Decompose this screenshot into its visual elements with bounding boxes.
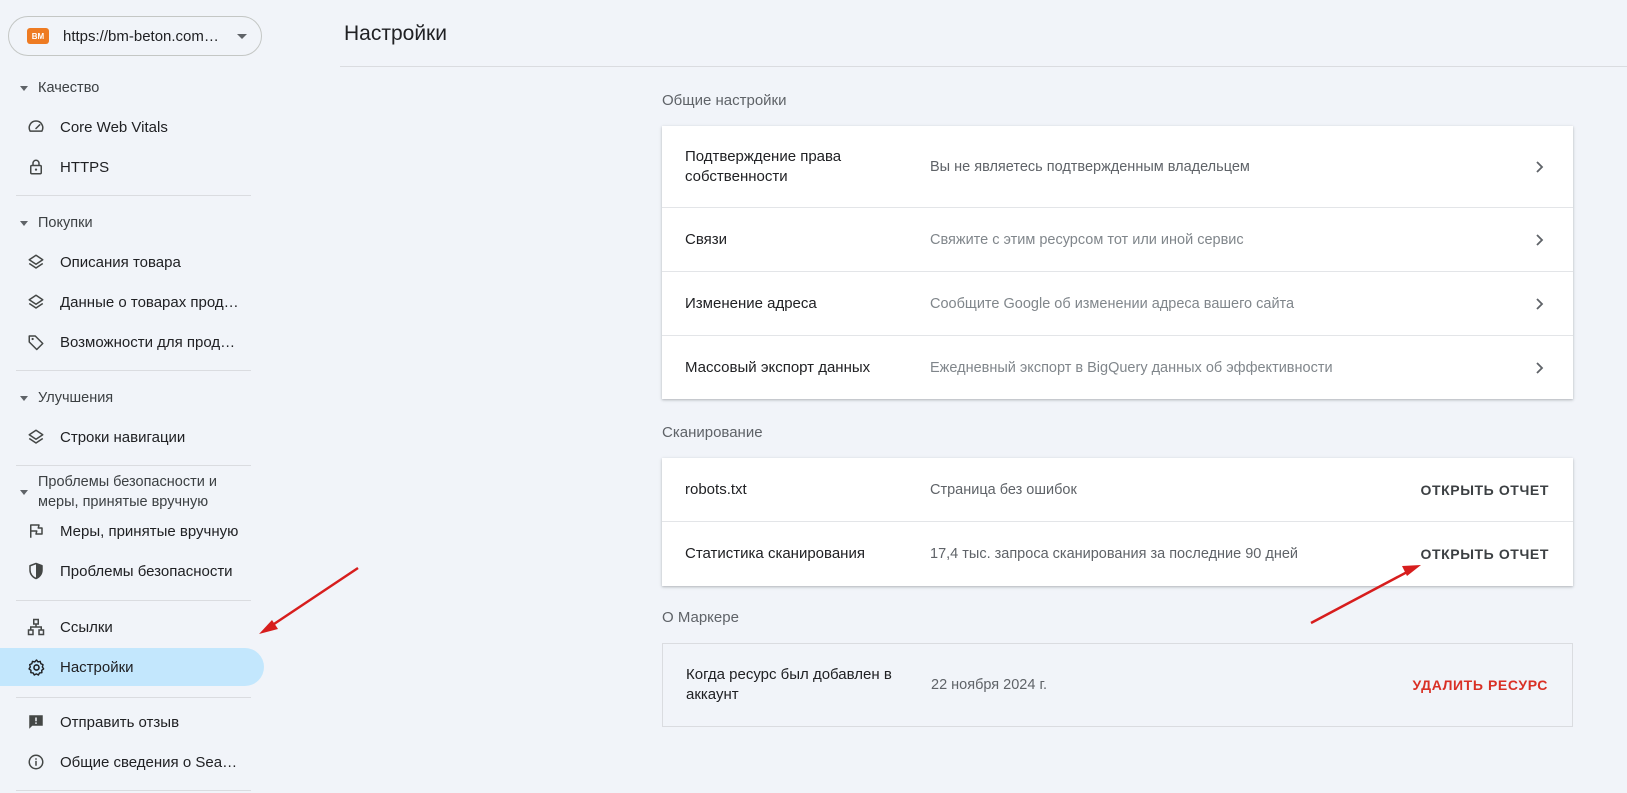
caret-down-icon bbox=[20, 221, 28, 226]
sidebar-item-core-web-vitals[interactable]: Core Web Vitals bbox=[0, 108, 264, 146]
section-security[interactable]: Проблемы безопасности и меры, принятые в… bbox=[20, 472, 250, 512]
feedback-icon bbox=[26, 712, 46, 732]
flag-icon bbox=[26, 521, 46, 541]
layers-icon bbox=[26, 252, 46, 272]
property-url: https://bm-beton.com.ua/ bbox=[63, 27, 223, 45]
chevron-right-icon bbox=[1536, 233, 1544, 246]
settings-row-bulk-export[interactable]: Массовый экспорт данных Ежедневный экспо… bbox=[662, 336, 1573, 400]
row-description: 17,4 тыс. запроса сканирования за послед… bbox=[930, 546, 1299, 562]
caret-down-icon bbox=[237, 33, 247, 39]
row-title: robots.txt bbox=[685, 480, 747, 498]
about-label: О Маркере bbox=[662, 609, 739, 626]
section-label: Проблемы безопасности и меры, принятые в… bbox=[38, 474, 217, 510]
property-logo: BM bbox=[27, 28, 49, 44]
sidebar-item-links[interactable]: Ссылки bbox=[0, 608, 264, 646]
row-title: Подтверждение права собственности bbox=[685, 147, 842, 185]
sidebar-item-label: Меры, принятые вручную bbox=[60, 522, 239, 540]
sidebar-item-settings[interactable]: Настройки bbox=[0, 648, 264, 686]
layers-icon bbox=[26, 427, 46, 447]
sidebar-item-label: HTTPS bbox=[60, 158, 110, 176]
sidebar-item-feedback[interactable]: Отправить отзыв bbox=[0, 703, 264, 741]
settings-row-change-of-address[interactable]: Изменение адреса Сообщите Google об изме… bbox=[662, 272, 1573, 336]
row-title: Статистика сканирования bbox=[685, 545, 865, 562]
sidebar-item-product-snippets[interactable]: Описания товара bbox=[0, 243, 264, 281]
crawling-row-stats: Статистика сканирования 17,4 тыс. запрос… bbox=[662, 522, 1573, 586]
general-settings-label: Общие настройки bbox=[662, 92, 787, 109]
divider bbox=[16, 600, 251, 601]
sidebar-item-label: Данные о товарах продавцов bbox=[60, 293, 240, 311]
sidebar-item-label: Настройки bbox=[60, 658, 134, 676]
row-description: Страница без ошибок bbox=[930, 481, 1077, 498]
divider bbox=[16, 790, 251, 791]
section-label: Улучшения bbox=[38, 390, 114, 406]
divider bbox=[16, 195, 251, 196]
open-report-button[interactable]: ОТКРЫТЬ ОТЧЕТ bbox=[1420, 482, 1549, 498]
divider bbox=[16, 465, 251, 466]
row-title: Когда ресурс был добавлен в аккаунт bbox=[686, 666, 892, 703]
about-card: Когда ресурс был добавлен в аккаунт 22 н… bbox=[662, 643, 1573, 727]
chevron-right-icon bbox=[1536, 362, 1544, 374]
section-enhancements[interactable]: Улучшения bbox=[20, 388, 113, 408]
row-description: Свяжите с этим ресурсом тот или иной сер… bbox=[930, 231, 1244, 248]
row-title: Связи bbox=[685, 230, 728, 248]
section-quality[interactable]: Качество bbox=[20, 78, 99, 98]
divider bbox=[16, 697, 251, 698]
info-icon bbox=[26, 752, 46, 772]
section-shopping[interactable]: Покупки bbox=[20, 213, 93, 233]
sidebar-item-shopping-tab[interactable]: Возможности для продавцов bbox=[0, 323, 264, 361]
open-report-button[interactable]: ОТКРЫТЬ ОТЧЕТ bbox=[1420, 546, 1549, 562]
row-description: Ежедневный экспорт в BigQuery данных об … bbox=[930, 360, 1333, 376]
chevron-right-icon bbox=[1536, 160, 1544, 173]
general-settings-card: Подтверждение права собственности Вы не … bbox=[662, 126, 1573, 399]
sidebar-item-label: Core Web Vitals bbox=[60, 118, 168, 136]
sidebar-item-label: Строки навигации bbox=[60, 428, 186, 446]
speedometer-icon bbox=[26, 117, 46, 137]
sidebar-item-security-issues[interactable]: Проблемы безопасности bbox=[0, 552, 264, 590]
row-description: 22 ноября 2024 г. bbox=[931, 677, 1047, 693]
crawling-row-robots: robots.txt Страница без ошибок ОТКРЫТЬ О… bbox=[662, 458, 1573, 522]
row-title: Массовый экспорт данных bbox=[685, 359, 871, 376]
layers-icon bbox=[26, 292, 46, 312]
sidebar-item-label: Отправить отзыв bbox=[60, 713, 180, 731]
crawling-label: Сканирование bbox=[662, 424, 763, 441]
crawling-card: robots.txt Страница без ошибок ОТКРЫТЬ О… bbox=[662, 458, 1573, 586]
annotation-arrow-settings bbox=[259, 566, 359, 634]
section-label: Покупки bbox=[38, 215, 93, 231]
sidebar-item-manual-actions[interactable]: Меры, принятые вручную bbox=[0, 512, 264, 550]
tag-icon bbox=[26, 332, 46, 352]
sidebar: BM https://bm-beton.com.ua/ Качество Cor… bbox=[0, 0, 270, 793]
caret-down-icon bbox=[20, 86, 28, 91]
sidebar-item-breadcrumbs[interactable]: Строки навигации bbox=[0, 418, 264, 456]
settings-row-associations[interactable]: Связи Свяжите с этим ресурсом тот или ин… bbox=[662, 208, 1573, 272]
sitemap-icon bbox=[26, 617, 46, 637]
row-title: Изменение адреса bbox=[685, 294, 817, 312]
caret-down-icon bbox=[20, 396, 28, 401]
property-selector[interactable]: BM https://bm-beton.com.ua/ bbox=[8, 16, 262, 56]
sidebar-item-label: Возможности для продавцов bbox=[60, 333, 240, 351]
sidebar-item-about[interactable]: Общие сведения о Search Console bbox=[0, 743, 264, 781]
lock-icon bbox=[26, 157, 46, 177]
settings-row-ownership[interactable]: Подтверждение права собственности Вы не … bbox=[662, 126, 1573, 208]
remove-property-button[interactable]: УДАЛИТЬ РЕСУРС bbox=[1413, 677, 1548, 693]
page-title: Настройки bbox=[344, 22, 447, 45]
sidebar-item-label: Общие сведения о Search Console bbox=[60, 753, 240, 771]
sidebar-item-merchant-listings[interactable]: Данные о товарах продавцов bbox=[0, 283, 264, 321]
section-label: Качество bbox=[38, 80, 100, 96]
about-row-added: Когда ресурс был добавлен в аккаунт 22 н… bbox=[663, 644, 1572, 726]
gear-icon bbox=[26, 657, 46, 677]
sidebar-item-https[interactable]: HTTPS bbox=[0, 148, 264, 186]
sidebar-item-label: Проблемы безопасности bbox=[60, 562, 233, 580]
sidebar-item-label: Описания товара bbox=[60, 253, 181, 271]
chevron-right-icon bbox=[1536, 297, 1544, 310]
row-description: Сообщите Google об изменении адреса ваше… bbox=[930, 295, 1295, 312]
title-divider bbox=[340, 66, 1627, 67]
row-description: Вы не являетесь подтвержденным владельце… bbox=[930, 158, 1250, 175]
caret-down-icon bbox=[20, 490, 28, 495]
sidebar-item-label: Ссылки bbox=[60, 618, 113, 636]
shield-icon bbox=[26, 561, 46, 581]
divider bbox=[16, 370, 251, 371]
